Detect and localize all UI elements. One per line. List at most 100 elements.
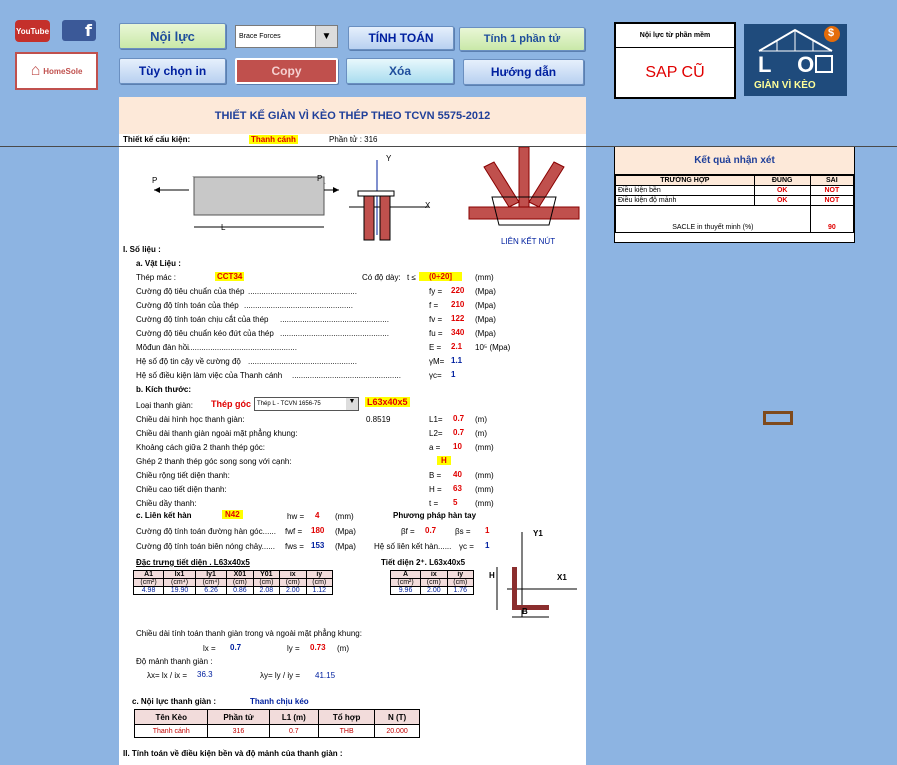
dim-label: Chiều cao tiết diện thanh: xyxy=(136,485,227,494)
dim-value[interactable]: 0.7 xyxy=(453,428,464,437)
table-cell: (cm⁴) xyxy=(163,578,197,587)
table-cell: 4.98 xyxy=(132,586,165,595)
gian-vi-keo-logo: $ L O GIÀN VÌ KÈO xyxy=(744,24,847,96)
table-cell: (cm) xyxy=(252,578,281,587)
weld-title: c. Liên kết hàn xyxy=(136,511,192,520)
internal-force-type: Thanh chịu kéo xyxy=(250,697,309,706)
dim-label: Chiều rộng tiết diện thanh: xyxy=(136,471,230,480)
element-label: Phần tử : 316 xyxy=(329,135,378,144)
table-cell: Iy1 xyxy=(195,570,228,579)
prop-symbol: fv = xyxy=(429,315,443,324)
dim-value[interactable]: 10 xyxy=(453,442,462,451)
dim-label: Chiều dầy thanh: xyxy=(136,499,197,508)
hw-unit: (mm) xyxy=(335,512,354,521)
fwf-value: 180 xyxy=(311,526,325,535)
prop-label: Cường độ tính toán chịu cắt của thép xyxy=(136,315,269,324)
software-value[interactable]: SAP CŨ xyxy=(616,48,734,97)
prop-label: Cường độ tính toán của thép xyxy=(136,301,239,310)
shape-rectangle-icon[interactable] xyxy=(763,411,793,425)
facebook-icon[interactable]: f xyxy=(62,20,96,41)
section-select[interactable]: Thép L - TCVN 1656-75 ▼ xyxy=(254,397,359,411)
double-section-title: Tiết diện 2⁺. L63x40x5 xyxy=(381,558,466,567)
table-cell: Ix1 xyxy=(163,570,197,579)
prop-label: Môđun đàn hồi xyxy=(136,343,189,352)
component-value[interactable]: Thanh cánh xyxy=(249,135,298,144)
dim-symbol: a = xyxy=(429,443,441,452)
dim-unit: (m) xyxy=(475,429,487,438)
table-cell: Tên Kèo xyxy=(133,709,209,725)
brace-forces-select[interactable]: Brace Forces ▼ xyxy=(235,25,338,48)
table-cell: Tổ hợp xyxy=(318,709,376,725)
y1-label: Y1 xyxy=(533,529,543,538)
dim-label: Ghép 2 thanh thép góc song song với cạnh… xyxy=(136,457,292,466)
table-cell: 1.12 xyxy=(305,586,334,595)
dim-value[interactable]: 40 xyxy=(453,470,462,479)
prop-value: 210 xyxy=(451,300,465,309)
h-label: H xyxy=(489,571,495,580)
dim-value[interactable]: 5 xyxy=(453,498,457,507)
component-label: Thiết kế cấu kiện: xyxy=(123,135,191,144)
y-axis-label: Y xyxy=(386,154,392,163)
dim-label: Khoảng cách giữa 2 thanh thép góc: xyxy=(136,443,266,452)
hw-label: hw = xyxy=(287,512,305,521)
prop-unit: (Mpa) xyxy=(475,287,496,296)
bs-label: βs = xyxy=(455,527,471,536)
prop-symbol: f = xyxy=(429,301,439,310)
fws-unit: (Mpa) xyxy=(335,542,356,551)
steel-grade-value[interactable]: CCT34 xyxy=(215,272,245,281)
prop-dots: ........................................… xyxy=(188,343,297,352)
l-label: L xyxy=(221,223,226,232)
dim-value[interactable]: 0.7 xyxy=(453,414,464,423)
prop-value: 220 xyxy=(451,286,465,295)
dim-value[interactable]: 63 xyxy=(453,484,462,493)
tuy-chon-in-button[interactable]: Tùy chọn in xyxy=(119,58,226,84)
ok-cell: OK xyxy=(753,195,811,206)
yc-label: γc = xyxy=(459,542,474,551)
chevron-down-icon[interactable]: ▼ xyxy=(315,26,337,47)
tinh-1-phan-tu-button[interactable]: Tính 1 phần tử xyxy=(459,27,585,51)
noi-luc-button[interactable]: Nội lực xyxy=(119,23,226,49)
not-cell: NOT xyxy=(809,195,855,206)
tinh-toan-button[interactable]: TÍNH TOÁN xyxy=(348,26,454,50)
prop-unit: (Mpa) xyxy=(475,329,496,338)
dim-value[interactable]: H xyxy=(437,456,451,465)
thickness-value[interactable]: (0÷20] xyxy=(419,272,463,281)
internal-force-title: c. Nội lực thanh giàn : xyxy=(132,697,217,706)
table-cell: 1.76 xyxy=(446,586,475,595)
sacle-value[interactable]: 90 xyxy=(809,205,855,233)
dim-symbol: L2= xyxy=(429,429,443,438)
prop-dots: ........................................… xyxy=(248,287,357,296)
fwf-label: fwf = xyxy=(285,527,303,536)
dimensions-title: b. Kích thước: xyxy=(136,385,192,394)
sheet-title: THIẾT KẾ GIÀN VÌ KÈO THÉP THEO TCVN 5575… xyxy=(119,97,586,134)
dim-label: Chiều dài thanh giàn ngoài mặt phẳng khu… xyxy=(136,429,298,438)
homesole-label: HomeSole xyxy=(43,66,83,76)
homesole-logo[interactable]: ⌂ HomeSole xyxy=(15,52,98,90)
prop-value: 122 xyxy=(451,314,465,323)
slenderness-label: Độ mảnh thanh giàn : xyxy=(136,657,213,666)
prop-unit: (Mpa) xyxy=(475,315,496,324)
youtube-icon[interactable]: YouTube xyxy=(15,20,50,42)
table-cell: (cm) xyxy=(279,578,307,587)
ly-label: ly = xyxy=(287,644,300,653)
weld-strength-2: Cường độ tính toán biên nóng chảy...... xyxy=(136,542,275,551)
force-table: Tên Kèo Phần tử L1 (m) Tổ hợp N (T) Thanh cá… xyxy=(133,709,420,738)
copy-button[interactable]: Copy xyxy=(235,58,338,84)
prop-unit: 10⁵ (Mpa) xyxy=(475,343,511,352)
huong-dan-button[interactable]: Hướng dẫn xyxy=(463,59,584,85)
joint-diagram xyxy=(468,147,580,226)
dim-extra: 0.8519 xyxy=(366,415,391,424)
logo-text: GIÀN VÌ KÈO xyxy=(754,80,816,91)
house-icon: ⌂ xyxy=(30,62,41,79)
table-cell: THB xyxy=(318,724,376,738)
table-cell: A1 xyxy=(132,570,165,579)
prop-label: Cường độ tiêu chuẩn kéo đứt của thép xyxy=(136,329,274,338)
weld-value[interactable]: N42 xyxy=(222,510,243,519)
steel-grade-label: Thép mác : xyxy=(136,273,177,282)
hw-value[interactable]: 4 xyxy=(315,511,319,520)
section-size-value[interactable]: L63x40x5 xyxy=(365,397,410,407)
fwf-unit: (Mpa) xyxy=(335,527,356,536)
xoa-button[interactable]: Xóa xyxy=(346,58,454,84)
bf-label: βf = xyxy=(401,527,415,536)
chevron-down-icon[interactable]: ▼ xyxy=(346,398,358,410)
